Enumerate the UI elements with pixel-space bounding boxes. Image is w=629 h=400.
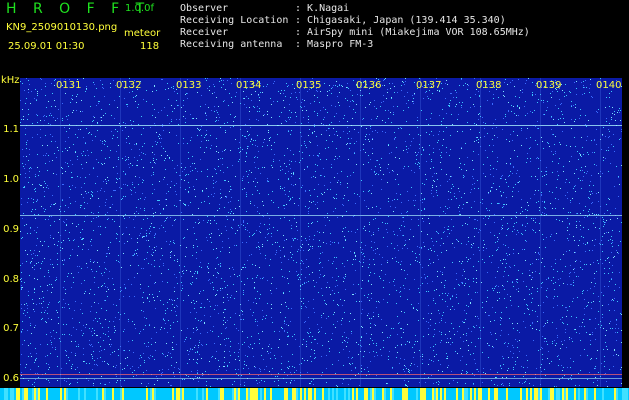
mode-label: meteor xyxy=(124,28,161,39)
info-row: Receiver: AirSpy mini (Miakejima VOR 108… xyxy=(180,27,530,38)
x-tick-label: 0138 xyxy=(476,80,502,91)
x-tick-label: 0133 xyxy=(176,80,202,91)
x-tick-label: 0135 xyxy=(296,80,322,91)
info-value: K.Nagai xyxy=(307,3,350,14)
info-value: Chigasaki, Japan (139.414 35.340) xyxy=(307,15,506,26)
y-tick-label: 0.9 xyxy=(3,224,19,235)
info-row: Receiving antenna: Maspro FM-3 xyxy=(180,39,374,50)
app-version: 1.0.0f xyxy=(125,3,154,14)
y-tick-label: 0.6 xyxy=(3,373,19,384)
spectrogram-canvas xyxy=(20,78,622,387)
x-tick-label: 0140 xyxy=(596,80,622,91)
y-tick-label: 0.8 xyxy=(3,274,19,285)
y-tick-label: 1.0 xyxy=(3,174,19,185)
info-label: Observer xyxy=(180,3,229,14)
x-tick-label: 0139 xyxy=(536,80,562,91)
signal-strength-bar xyxy=(0,388,629,400)
station-info: Observer: K.Nagai Receiving Location: Ch… xyxy=(180,3,530,51)
x-tick-label: 0131 xyxy=(56,80,82,91)
y-tick-label: 1.1 xyxy=(3,124,19,135)
x-tick-label: 0134 xyxy=(236,80,262,91)
info-label: Receiving Location xyxy=(180,15,289,26)
info-value: Maspro FM-3 xyxy=(307,39,374,50)
header-bar: H R O F F T 1.0.0f KN9_2509010130.png me… xyxy=(0,0,629,78)
x-tick-label: 0136 xyxy=(356,80,382,91)
y-axis-unit: kHz xyxy=(1,75,20,86)
meteor-count: 118 xyxy=(140,41,160,52)
x-tick-label: 0132 xyxy=(116,80,142,91)
date-time: 25.09.01 01:30 xyxy=(8,41,85,52)
x-tick-label: 0137 xyxy=(416,80,442,91)
info-row: Observer: K.Nagai xyxy=(180,3,350,14)
spectrogram-plot[interactable] xyxy=(20,78,622,387)
y-tick-label: 0.7 xyxy=(3,323,19,334)
info-row: Receiving Location: Chigasaki, Japan (13… xyxy=(180,15,506,26)
info-value: AirSpy mini (Miakejima VOR 108.65MHz) xyxy=(307,27,530,38)
info-label: Receiving antenna xyxy=(180,39,283,50)
info-label: Receiver xyxy=(180,27,229,38)
file-name: KN9_2509010130.png xyxy=(6,22,118,33)
